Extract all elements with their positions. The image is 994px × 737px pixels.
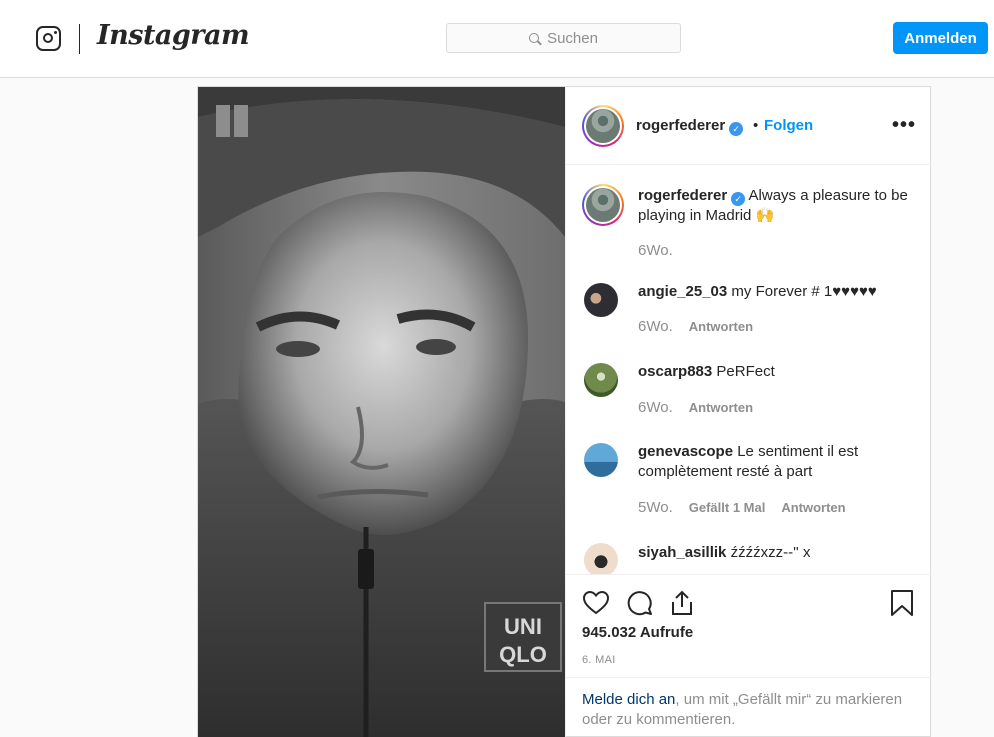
reply-button[interactable]: Antworten	[781, 500, 845, 515]
instagram-glyph-icon[interactable]	[36, 26, 61, 51]
comment-body: źźźźxzz--'' x	[730, 544, 811, 561]
verified-icon: ✓	[729, 122, 744, 136]
post-header: rogerfederer ✓ • Folgen •••	[566, 87, 932, 165]
top-navigation-bar: Instagram Suchen Anmelden	[0, 0, 994, 78]
comment-avatar[interactable]	[584, 543, 618, 574]
search-input[interactable]: Suchen	[446, 23, 681, 53]
uniqlo-logo-bottom: QLO	[499, 642, 547, 667]
post-video-frame: UNI QLO	[198, 87, 565, 737]
search-placeholder: Suchen	[547, 29, 598, 47]
post-sidebar: rogerfederer ✓ • Folgen ••• rogerfederer ✓…	[565, 87, 932, 737]
more-icon[interactable]: •••	[892, 115, 916, 135]
comment-body: PeRFect	[716, 363, 775, 380]
login-link[interactable]: Melde dich an	[582, 691, 675, 708]
bookmark-icon[interactable]	[888, 589, 916, 617]
comment-text: siyah_asillik źźźźxzz--'' x	[638, 543, 914, 563]
author-username[interactable]: rogerfederer ✓	[636, 117, 744, 136]
post-card: UNI QLO rogerfederer ✓ • Folgen ••• roger…	[197, 86, 932, 737]
comment-body: my Forever # 1♥♥♥♥♥	[731, 283, 877, 300]
comments-list[interactable]: rogerfederer ✓ Always a pleasure to be pl…	[566, 166, 932, 574]
reply-button[interactable]: Antworten	[689, 319, 753, 334]
comment-meta: 6Wo. Antworten	[638, 399, 753, 416]
caption-age[interactable]: 6Wo.	[638, 242, 673, 259]
author-username-text[interactable]: rogerfederer	[636, 117, 725, 134]
verified-icon: ✓	[731, 192, 746, 206]
comment-username[interactable]: siyah_asillik	[638, 544, 726, 561]
uniqlo-logo-top: UNI	[504, 614, 542, 639]
search-icon	[529, 33, 540, 43]
view-count[interactable]: 945.032 Aufrufe	[582, 624, 693, 641]
caption-username[interactable]: rogerfederer	[638, 187, 727, 204]
post-actions: 945.032 Aufrufe 6. MAI Melde dich an, um…	[566, 574, 932, 737]
comment-text: oscarp883 PeRFect	[638, 362, 914, 382]
reply-button[interactable]: Antworten	[689, 400, 753, 415]
login-button[interactable]: Anmelden	[893, 22, 988, 54]
comment-avatar[interactable]	[584, 363, 618, 397]
caption-meta: 6Wo.	[638, 242, 673, 259]
comment-text: genevascope Le sentiment il est complète…	[638, 442, 914, 482]
comment-age[interactable]: 6Wo.	[638, 399, 673, 416]
comment-text: angie_25_03 my Forever # 1♥♥♥♥♥	[638, 282, 914, 302]
author-avatar[interactable]	[582, 105, 624, 147]
login-prompt: Melde dich an, um mit „Gefällt mir“ zu m…	[566, 677, 932, 737]
likes-count[interactable]: Gefällt 1 Mal	[689, 500, 766, 515]
comment-meta: 6Wo. Antworten	[638, 318, 753, 335]
comment-meta: 5Wo. Gefällt 1 Mal Antworten	[638, 499, 846, 516]
heart-icon[interactable]	[582, 589, 610, 617]
separator-dot: •	[753, 117, 759, 134]
comment-avatar[interactable]	[584, 283, 618, 317]
caption-text: rogerfederer ✓ Always a pleasure to be pl…	[638, 186, 914, 226]
caption-avatar[interactable]	[582, 184, 624, 226]
comment-username[interactable]: angie_25_03	[638, 283, 727, 300]
post-date[interactable]: 6. MAI	[582, 654, 616, 666]
instagram-wordmark[interactable]: Instagram	[97, 20, 250, 51]
comment-avatar[interactable]	[584, 443, 618, 477]
comment-username[interactable]: genevascope	[638, 443, 733, 460]
follow-button[interactable]: Folgen	[764, 117, 813, 134]
post-video[interactable]: UNI QLO	[198, 87, 565, 737]
share-icon[interactable]	[668, 589, 696, 617]
header-divider	[79, 24, 80, 54]
comment-age[interactable]: 6Wo.	[638, 318, 673, 335]
comment-username[interactable]: oscarp883	[638, 363, 712, 380]
comment-age[interactable]: 5Wo.	[638, 499, 673, 516]
comment-icon[interactable]	[626, 589, 654, 617]
